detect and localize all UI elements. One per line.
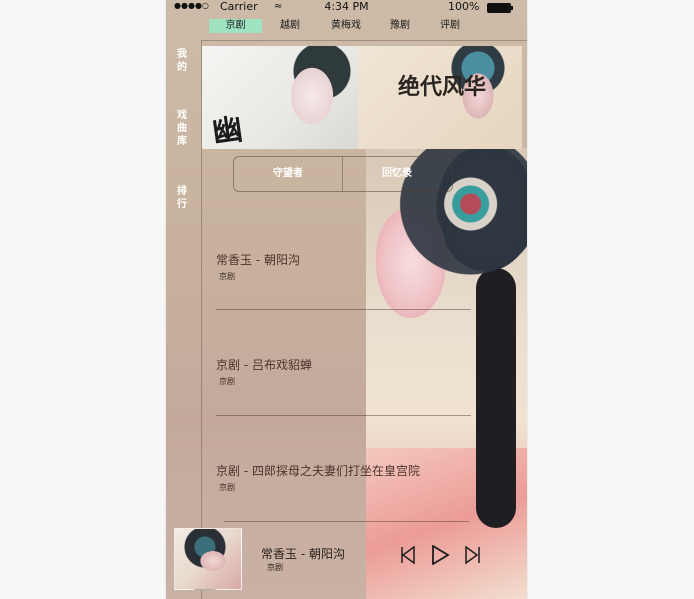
status-bar: ●●●●○ Carrier ≈ 4:34 PM 100% xyxy=(166,0,527,14)
now-playing-genre: 京剧 xyxy=(267,563,283,572)
category-tabs: 京剧 越剧 黄梅戏 豫剧 评剧 xyxy=(202,17,527,35)
tabs-divider xyxy=(202,40,527,41)
tab-yueju[interactable]: 越剧 xyxy=(272,19,308,33)
banner-image-left[interactable]: 幽 xyxy=(202,46,358,149)
tab-jingju[interactable]: 京剧 xyxy=(209,19,262,33)
skip-previous-icon[interactable] xyxy=(398,545,418,565)
list-divider xyxy=(216,415,471,416)
segment-control: 守望者 回忆录 xyxy=(233,156,453,192)
song-genre: 京剧 xyxy=(219,377,235,386)
album-art[interactable] xyxy=(174,528,242,590)
phone-screen: ●●●●○ Carrier ≈ 4:34 PM 100% 京剧 越剧 黄梅戏 豫… xyxy=(166,0,527,599)
banner-left-calligraphy: 幽 xyxy=(210,112,245,149)
list-item[interactable]: 常香玉 - 朝阳沟 京剧 xyxy=(216,251,471,282)
tab-huangmeixi[interactable]: 黄梅戏 xyxy=(322,19,370,33)
segment-guardian[interactable]: 守望者 xyxy=(234,157,342,191)
song-title: 常香玉 - 朝阳沟 xyxy=(216,253,300,267)
song-genre: 京剧 xyxy=(219,272,235,281)
nav-item-mine[interactable]: 我的 xyxy=(175,48,189,74)
song-title: 京剧 - 四郎探母之夫妻们打坐在皇宫院 xyxy=(216,464,420,478)
battery-percent: 100% xyxy=(448,0,480,13)
song-genre: 京剧 xyxy=(219,483,235,492)
list-divider xyxy=(216,309,471,310)
tab-yuju[interactable]: 豫剧 xyxy=(382,19,418,33)
tab-pingju[interactable]: 评剧 xyxy=(432,19,468,33)
side-nav: 我的 戏曲库 排行 xyxy=(166,40,201,599)
list-item[interactable]: 京剧 - 四郎探母之夫妻们打坐在皇宫院 京剧 xyxy=(216,462,471,493)
play-icon[interactable] xyxy=(430,544,450,566)
battery-icon xyxy=(487,3,513,13)
segment-memoir[interactable]: 回忆录 xyxy=(343,157,451,191)
nav-item-library[interactable]: 戏曲库 xyxy=(175,109,189,148)
list-item[interactable]: 京剧 - 吕布戏貂蝉 京剧 xyxy=(216,356,471,387)
banner-carousel[interactable]: 幽 绝代风华 xyxy=(202,46,522,149)
skip-next-icon[interactable] xyxy=(463,545,483,565)
now-playing-bar: 常香玉 - 朝阳沟 京剧 xyxy=(166,521,527,599)
banner-image-right[interactable]: 绝代风华 xyxy=(358,46,522,149)
now-playing-title: 常香玉 - 朝阳沟 xyxy=(261,547,345,561)
nav-item-ranking[interactable]: 排行 xyxy=(175,185,189,211)
song-title: 京剧 - 吕布戏貂蝉 xyxy=(216,358,312,372)
banner-right-calligraphy: 绝代风华 xyxy=(398,74,487,100)
